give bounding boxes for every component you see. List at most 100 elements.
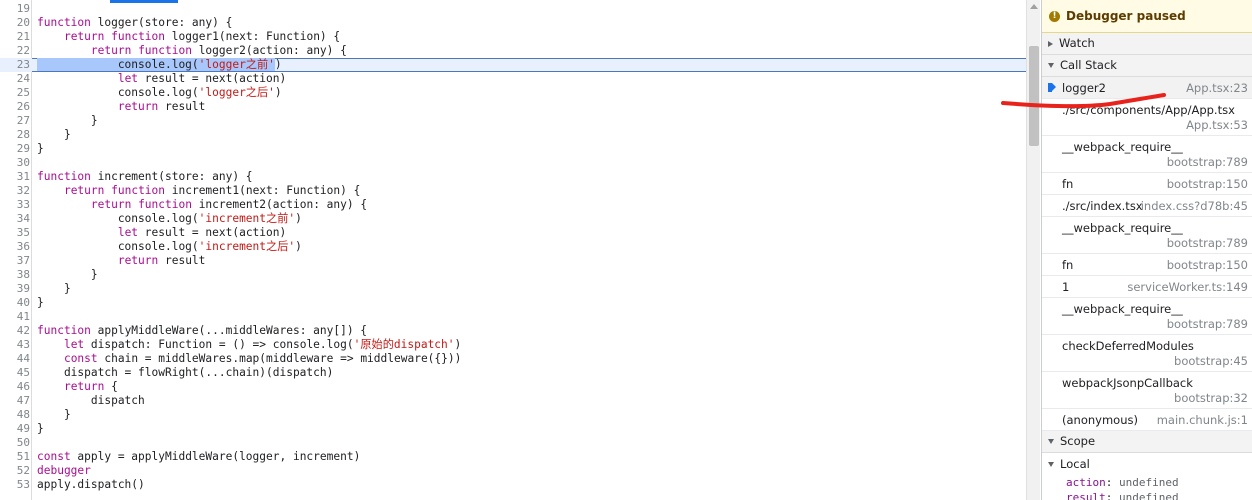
line-number[interactable]: 26 [0, 100, 30, 114]
line-number[interactable]: 22 [0, 44, 30, 58]
code-line[interactable]: 49} [0, 422, 1026, 436]
code-line[interactable]: 19 [0, 2, 1026, 16]
line-number[interactable]: 25 [0, 86, 30, 100]
line-number[interactable]: 49 [0, 422, 30, 436]
call-stack-frame[interactable]: 1 serviceWorker.ts:149 [1042, 276, 1252, 298]
line-number[interactable]: 24 [0, 72, 30, 86]
scrollbar-thumb[interactable] [1029, 46, 1039, 146]
code-line[interactable]: 28 } [0, 128, 1026, 142]
code-line[interactable]: 41 [0, 310, 1026, 324]
code-area[interactable]: 19 20 function logger(store: any) {21 retu… [0, 2, 1026, 492]
code-line[interactable]: 30 [0, 156, 1026, 170]
call-stack-frame[interactable]: ./src/components/App/App.tsx App.tsx:53 [1042, 99, 1252, 136]
line-number[interactable]: 27 [0, 114, 30, 128]
source-editor[interactable]: 19 20 function logger(store: any) {21 retu… [0, 0, 1026, 500]
line-number[interactable]: 53 [0, 478, 30, 492]
frame-location-link[interactable]: bootstrap:150 [1167, 258, 1248, 272]
line-number[interactable]: 34 [0, 212, 30, 226]
line-number[interactable]: 32 [0, 184, 30, 198]
line-number[interactable]: 33 [0, 198, 30, 212]
line-number[interactable]: 30 [0, 156, 30, 170]
call-stack-frame[interactable]: ./src/index.tsx index.css?d78b:45 [1042, 195, 1252, 217]
line-number[interactable]: 43 [0, 338, 30, 352]
code-line-current[interactable]: 23 console.log('logger之前') [0, 58, 1026, 72]
line-number[interactable]: 28 [0, 128, 30, 142]
line-number[interactable]: 19 [0, 2, 30, 16]
code-line[interactable]: 43 let dispatch: Function = () => consol… [0, 338, 1026, 352]
line-number[interactable]: 45 [0, 366, 30, 380]
line-number[interactable]: 20 [0, 16, 30, 30]
scope-variable[interactable]: action: undefined [1042, 475, 1252, 490]
editor-scrollbar[interactable] [1026, 0, 1040, 500]
code-line[interactable]: 51 const apply = applyMiddleWare(logger, … [0, 450, 1026, 464]
line-number[interactable]: 21 [0, 30, 30, 44]
frame-location-link[interactable]: bootstrap:32 [1174, 391, 1248, 405]
frame-location-link[interactable]: bootstrap:150 [1167, 177, 1248, 191]
call-stack-frame[interactable]: webpackJsonpCallback bootstrap:32 [1042, 372, 1252, 409]
call-stack-frame[interactable]: checkDeferredModules bootstrap:45 [1042, 335, 1252, 372]
frame-location-link[interactable]: index.css?d78b:45 [1141, 199, 1248, 213]
frame-location-link[interactable]: bootstrap:789 [1167, 155, 1248, 169]
code-line[interactable]: 52 debugger [0, 464, 1026, 478]
scope-variable[interactable]: result: undefined [1042, 490, 1252, 500]
code-line[interactable]: 20 function logger(store: any) { [0, 16, 1026, 30]
line-number[interactable]: 51 [0, 450, 30, 464]
line-number[interactable]: 31 [0, 170, 30, 184]
call-stack-frame[interactable]: fn bootstrap:150 [1042, 254, 1252, 276]
code-line[interactable]: 29} [0, 142, 1026, 156]
code-line[interactable]: 53 apply.dispatch() [0, 478, 1026, 492]
code-line[interactable]: 42 function applyMiddleWare(...middleWare… [0, 324, 1026, 338]
line-number[interactable]: 36 [0, 240, 30, 254]
code-line[interactable]: 24 let result = next(action) [0, 72, 1026, 86]
call-stack-frame[interactable]: __webpack_require__ bootstrap:789 [1042, 298, 1252, 335]
frame-location-link[interactable]: serviceWorker.ts:149 [1127, 280, 1248, 294]
code-line[interactable]: 50 [0, 436, 1026, 450]
code-line[interactable]: 22 return function logger2(action: any) … [0, 44, 1026, 58]
frame-location-link[interactable]: main.chunk.js:1 [1157, 413, 1248, 427]
line-number[interactable]: 44 [0, 352, 30, 366]
call-stack-frame[interactable]: __webpack_require__ bootstrap:789 [1042, 136, 1252, 173]
scope-local-header[interactable]: Local [1042, 453, 1252, 475]
code-line[interactable]: 33 return function increment2(action: an… [0, 198, 1026, 212]
call-stack-frame[interactable]: fn bootstrap:150 [1042, 173, 1252, 195]
scroll-up-arrow-icon[interactable] [1030, 4, 1038, 9]
line-number[interactable]: 50 [0, 436, 30, 450]
code-line[interactable]: 45 dispatch = flowRight(...chain)(dispat… [0, 366, 1026, 380]
code-line[interactable]: 27 } [0, 114, 1026, 128]
code-line[interactable]: 37 return result [0, 254, 1026, 268]
code-line[interactable]: 47 dispatch [0, 394, 1026, 408]
frame-location-link[interactable]: App.tsx:53 [1186, 118, 1248, 132]
line-number[interactable]: 42 [0, 324, 30, 338]
frame-location-link[interactable]: bootstrap:45 [1174, 354, 1248, 368]
line-number[interactable]: 38 [0, 268, 30, 282]
call-stack-frame[interactable]: (anonymous) main.chunk.js:1 [1042, 409, 1252, 431]
code-line[interactable]: 38 } [0, 268, 1026, 282]
call-stack-frame[interactable]: __webpack_require__ bootstrap:789 [1042, 217, 1252, 254]
code-line[interactable]: 36 console.log('increment之后') [0, 240, 1026, 254]
line-number[interactable]: 40 [0, 296, 30, 310]
frame-location-link[interactable]: bootstrap:789 [1167, 236, 1248, 250]
line-number[interactable]: 39 [0, 282, 30, 296]
call-stack-frame[interactable]: logger2 App.tsx:23 [1042, 77, 1252, 99]
line-number[interactable]: 29 [0, 142, 30, 156]
code-line[interactable]: 48 } [0, 408, 1026, 422]
code-line[interactable]: 25 console.log('logger之后') [0, 86, 1026, 100]
code-line[interactable]: 44 const chain = middleWares.map(middlew… [0, 352, 1026, 366]
frame-location-link[interactable]: bootstrap:789 [1167, 317, 1248, 331]
line-number[interactable]: 52 [0, 464, 30, 478]
line-number[interactable]: 47 [0, 394, 30, 408]
code-line[interactable]: 34 console.log('increment之前') [0, 212, 1026, 226]
code-line[interactable]: 40} [0, 296, 1026, 310]
code-line[interactable]: 31 function increment(store: any) { [0, 170, 1026, 184]
code-line[interactable]: 35 let result = next(action) [0, 226, 1026, 240]
code-line[interactable]: 26 return result [0, 100, 1026, 114]
code-line[interactable]: 39 } [0, 282, 1026, 296]
code-line[interactable]: 32 return function increment1(next: Func… [0, 184, 1026, 198]
line-number[interactable]: 35 [0, 226, 30, 240]
line-number[interactable]: 23 [0, 58, 30, 72]
frame-location-link[interactable]: App.tsx:23 [1186, 81, 1248, 95]
code-line[interactable]: 46 return { [0, 380, 1026, 394]
line-number[interactable]: 41 [0, 310, 30, 324]
watch-section-header[interactable]: Watch [1042, 33, 1252, 55]
scope-section-header[interactable]: Scope [1042, 431, 1252, 453]
